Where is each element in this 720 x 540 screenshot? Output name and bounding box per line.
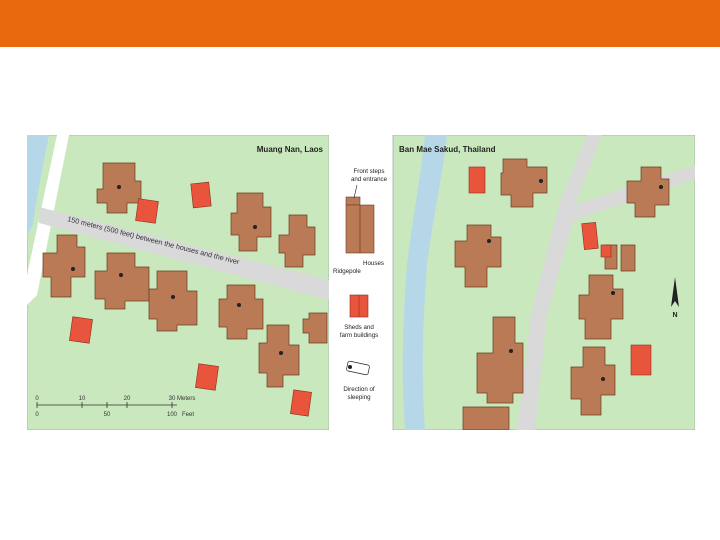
shed [630,344,652,376]
sleeping-direction-icon [71,267,75,271]
sleeping-direction-icon [117,185,121,189]
shed [600,244,612,258]
right-map-title: Ban Mae Sakud, Thailand [399,145,496,154]
shed [135,198,159,224]
legend-sleeping-line1: Direction of [343,386,375,393]
house [620,244,636,272]
legend-sheds-line2: farm buildings [340,332,379,339]
scale-ft-tick-100: 100 [167,412,178,418]
legend-shed-icon [349,294,369,318]
left-map-muang-nan: 150 meters (500 feet) between the houses… [26,134,330,431]
sleeping-direction-icon [171,295,175,299]
legend: Front steps and entrance Houses Ridgepol… [329,135,393,430]
shed [290,389,312,417]
sleeping-direction-icon [119,273,123,277]
sleeping-direction-icon [237,303,241,307]
title-accent-bar [0,0,720,47]
sleeping-direction-icon [509,349,513,353]
scale-meters-unit: Meters [177,396,195,402]
legend-sheds-line1: Sheds and [344,324,374,331]
scale-feet-unit: Feet [182,412,194,418]
scale-m-tick-30: 30 [169,396,176,402]
sleeping-direction-icon [611,291,615,295]
scale-m-tick-20: 20 [124,396,131,402]
legend-front-steps-line1: Front steps [354,168,385,175]
north-label: N [672,312,677,319]
legend-front-steps: Front steps [354,168,385,175]
sleeping-direction-icon [253,225,257,229]
legend-sleeping-line2: sleeping [347,394,371,401]
sleeping-direction-icon [601,377,605,381]
shed [69,316,93,344]
sleeping-direction-icon [539,179,543,183]
sleeping-direction-icon [487,239,491,243]
shed [195,363,219,391]
village-layout-figure: 150 meters (500 feet) between the houses… [26,134,696,431]
shed [190,181,212,209]
legend-houses: Houses [363,260,384,267]
legend-ridgepole: Ridgepole [333,268,361,275]
sleeping-direction-icon [279,351,283,355]
shed [468,166,486,194]
house [462,406,510,431]
shed [581,222,599,250]
right-map-ban-mae-sakud: Ban Mae Sakud, Thailand N [392,134,696,431]
scale-ft-tick-50: 50 [104,412,111,418]
legend-front-steps-line2: and entrance [351,176,388,183]
left-map-title: Muang Nan, Laos [257,145,324,154]
scale-m-tick-10: 10 [79,396,86,402]
sleeping-direction-icon [659,185,663,189]
